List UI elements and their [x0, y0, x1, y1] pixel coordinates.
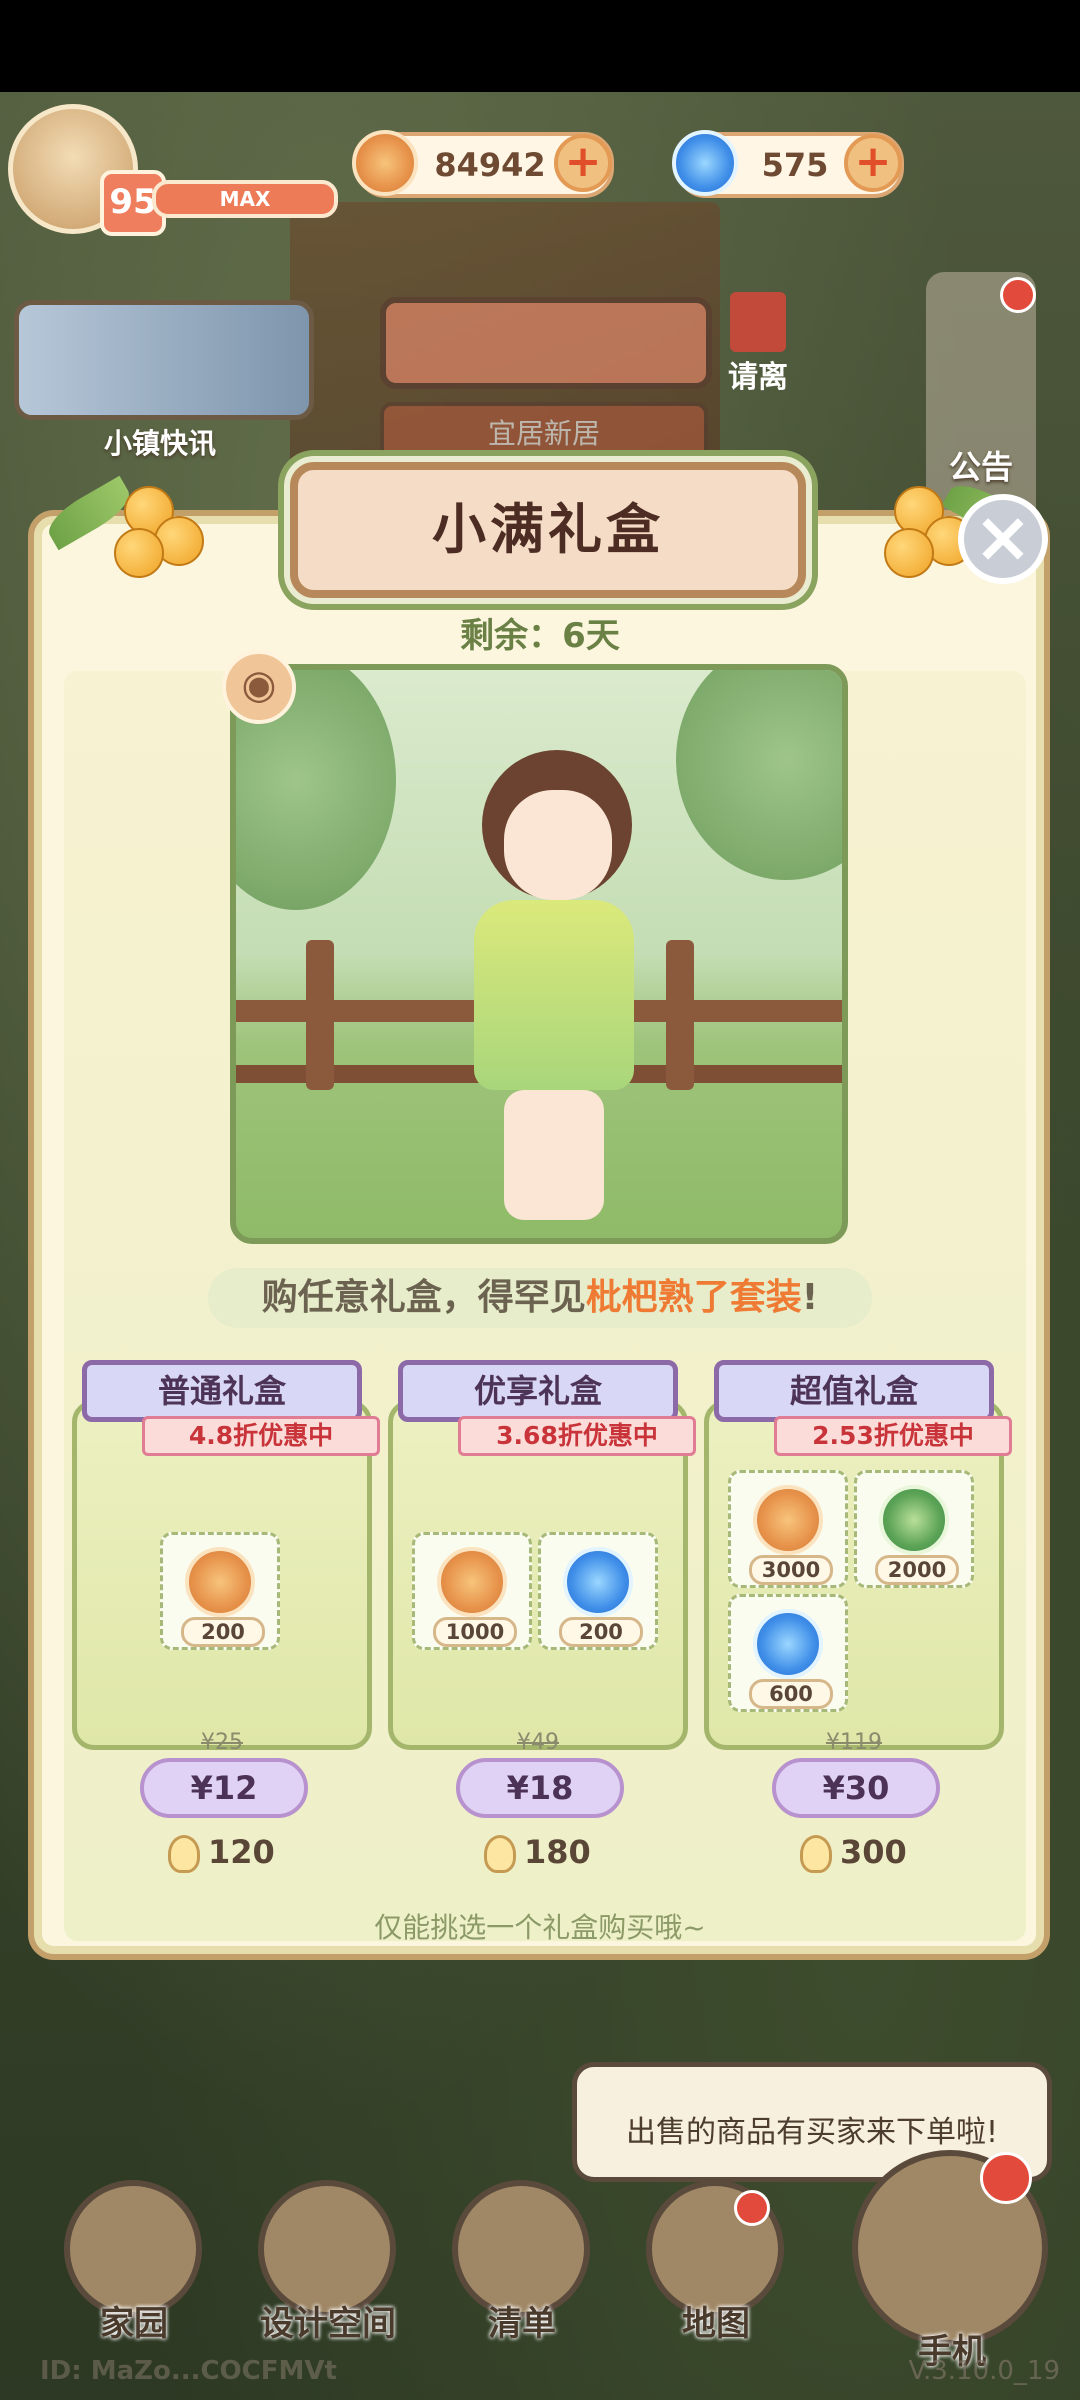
buy-price-button[interactable]: ¥18 — [456, 1758, 624, 1818]
bulb-amount: 120 — [208, 1833, 275, 1871]
gem-value: 575 — [761, 146, 829, 184]
gem-icon — [753, 1609, 823, 1679]
leave-label: 请离 — [728, 360, 788, 395]
gem-counter: 575 + — [672, 130, 904, 198]
lightbulb-icon — [484, 1835, 516, 1873]
reward-qty: 200 — [181, 1617, 265, 1647]
coin-icon — [352, 130, 418, 196]
gem-icon — [563, 1547, 633, 1617]
outfit-preview-image — [230, 664, 848, 1244]
reward-qty: 3000 — [749, 1555, 833, 1585]
bulb-amount: 180 — [524, 1833, 591, 1871]
coin-icon — [437, 1547, 507, 1617]
leaf-icon — [879, 1485, 949, 1555]
buy-price-button[interactable]: ¥12 — [140, 1758, 308, 1818]
map-badge — [734, 2190, 770, 2226]
close-button[interactable]: × — [958, 494, 1048, 584]
box-name: 优享礼盒 — [398, 1360, 678, 1422]
reward-item: 2000 — [854, 1470, 974, 1588]
purchase-note: 仅能挑选一个礼盒购买哦~ — [374, 1911, 706, 1944]
loquat-decoration-left — [24, 446, 204, 586]
nav-design-space[interactable]: 设计空间 — [258, 2180, 398, 2344]
door-exit-icon — [730, 292, 786, 352]
box-name: 普通礼盒 — [82, 1360, 362, 1422]
popup-title: 小满礼盒 — [432, 498, 664, 561]
bulb-reward: 300 — [800, 1828, 940, 1876]
original-price: ¥49 — [517, 1730, 559, 1755]
user-id: ID: MaZo...COCFMVt — [40, 2356, 337, 2386]
bulb-amount: 300 — [840, 1833, 907, 1871]
house-banner: 宜居新居 — [380, 402, 708, 466]
add-gems-button[interactable]: + — [844, 134, 902, 192]
reward-item: 1000 — [412, 1532, 532, 1650]
coin-value: 84942 — [434, 146, 546, 184]
version-label: V.3.10.0_19 — [908, 2356, 1060, 2386]
promo-highlight: 枇杷熟了套装 — [585, 1277, 802, 1318]
notice-badge — [1000, 277, 1036, 313]
phone-badge — [980, 2152, 1032, 2204]
original-price: ¥25 — [201, 1730, 243, 1755]
lightbulb-icon — [168, 1835, 200, 1873]
reward-item: 200 — [160, 1532, 280, 1650]
gift-box-value[interactable]: 超值礼盒 2.53折优惠中 3000 2000 600 ¥119 ¥30 300 — [704, 1360, 1012, 1873]
nav-home[interactable]: 家园 — [64, 2180, 204, 2344]
promo-suffix: ! — [801, 1277, 819, 1318]
box-discount: 3.68折优惠中 — [458, 1416, 696, 1456]
reward-qty: 200 — [559, 1617, 643, 1647]
promo-prefix: 购任意礼盒，得罕见 — [261, 1277, 586, 1318]
character-outfit — [474, 900, 634, 1090]
bulb-reward: 120 — [168, 1828, 308, 1876]
popup-title-plate: 小满礼盒 — [290, 462, 806, 598]
coin-counter: 84942 + — [352, 130, 614, 198]
box-discount: 4.8折优惠中 — [142, 1416, 380, 1456]
npc-speech-bubble — [380, 297, 712, 389]
nav-home-label: 家园 — [100, 2304, 168, 2344]
lightbulb-icon — [800, 1835, 832, 1873]
town-news-thumbnail[interactable] — [14, 300, 314, 420]
reward-item: 3000 — [728, 1470, 848, 1588]
buy-price-button[interactable]: ¥30 — [772, 1758, 940, 1818]
nav-list[interactable]: 清单 — [452, 2180, 592, 2344]
gift-box-premium[interactable]: 优享礼盒 3.68折优惠中 1000 200 ¥49 ¥18 180 — [388, 1360, 696, 1873]
gem-icon — [672, 130, 738, 196]
reward-qty: 1000 — [433, 1617, 517, 1647]
original-price: ¥119 — [826, 1730, 882, 1755]
character-face — [504, 790, 612, 900]
add-coins-button[interactable]: + — [554, 134, 612, 192]
order-notification-text: 出售的商品有买家来下单啦! — [625, 2115, 999, 2150]
leave-button[interactable]: 请离 — [718, 292, 798, 402]
nav-design-label: 设计空间 — [260, 2304, 396, 2344]
box-discount: 2.53折优惠中 — [774, 1416, 1012, 1456]
remaining-time: 剩余：6天 — [460, 616, 620, 656]
xp-bar: MAX — [152, 180, 338, 218]
gift-box-basic[interactable]: 普通礼盒 4.8折优惠中 200 ¥25 ¥12 120 — [72, 1360, 380, 1873]
bulb-reward: 180 — [484, 1828, 624, 1876]
reward-item: 600 — [728, 1594, 848, 1712]
coin-icon — [753, 1485, 823, 1555]
reward-qty: 600 — [749, 1679, 833, 1709]
nav-map-label: 地图 — [682, 2304, 750, 2344]
eye-icon[interactable]: ◉ — [222, 650, 296, 724]
reward-item: 200 — [538, 1532, 658, 1650]
coin-icon — [185, 1547, 255, 1617]
nav-list-label: 清单 — [488, 2304, 556, 2344]
reward-qty: 2000 — [875, 1555, 959, 1585]
promo-text: 购任意礼盒，得罕见枇杷熟了套装! — [208, 1268, 872, 1328]
character-legs — [504, 1090, 604, 1220]
box-name: 超值礼盒 — [714, 1360, 994, 1422]
